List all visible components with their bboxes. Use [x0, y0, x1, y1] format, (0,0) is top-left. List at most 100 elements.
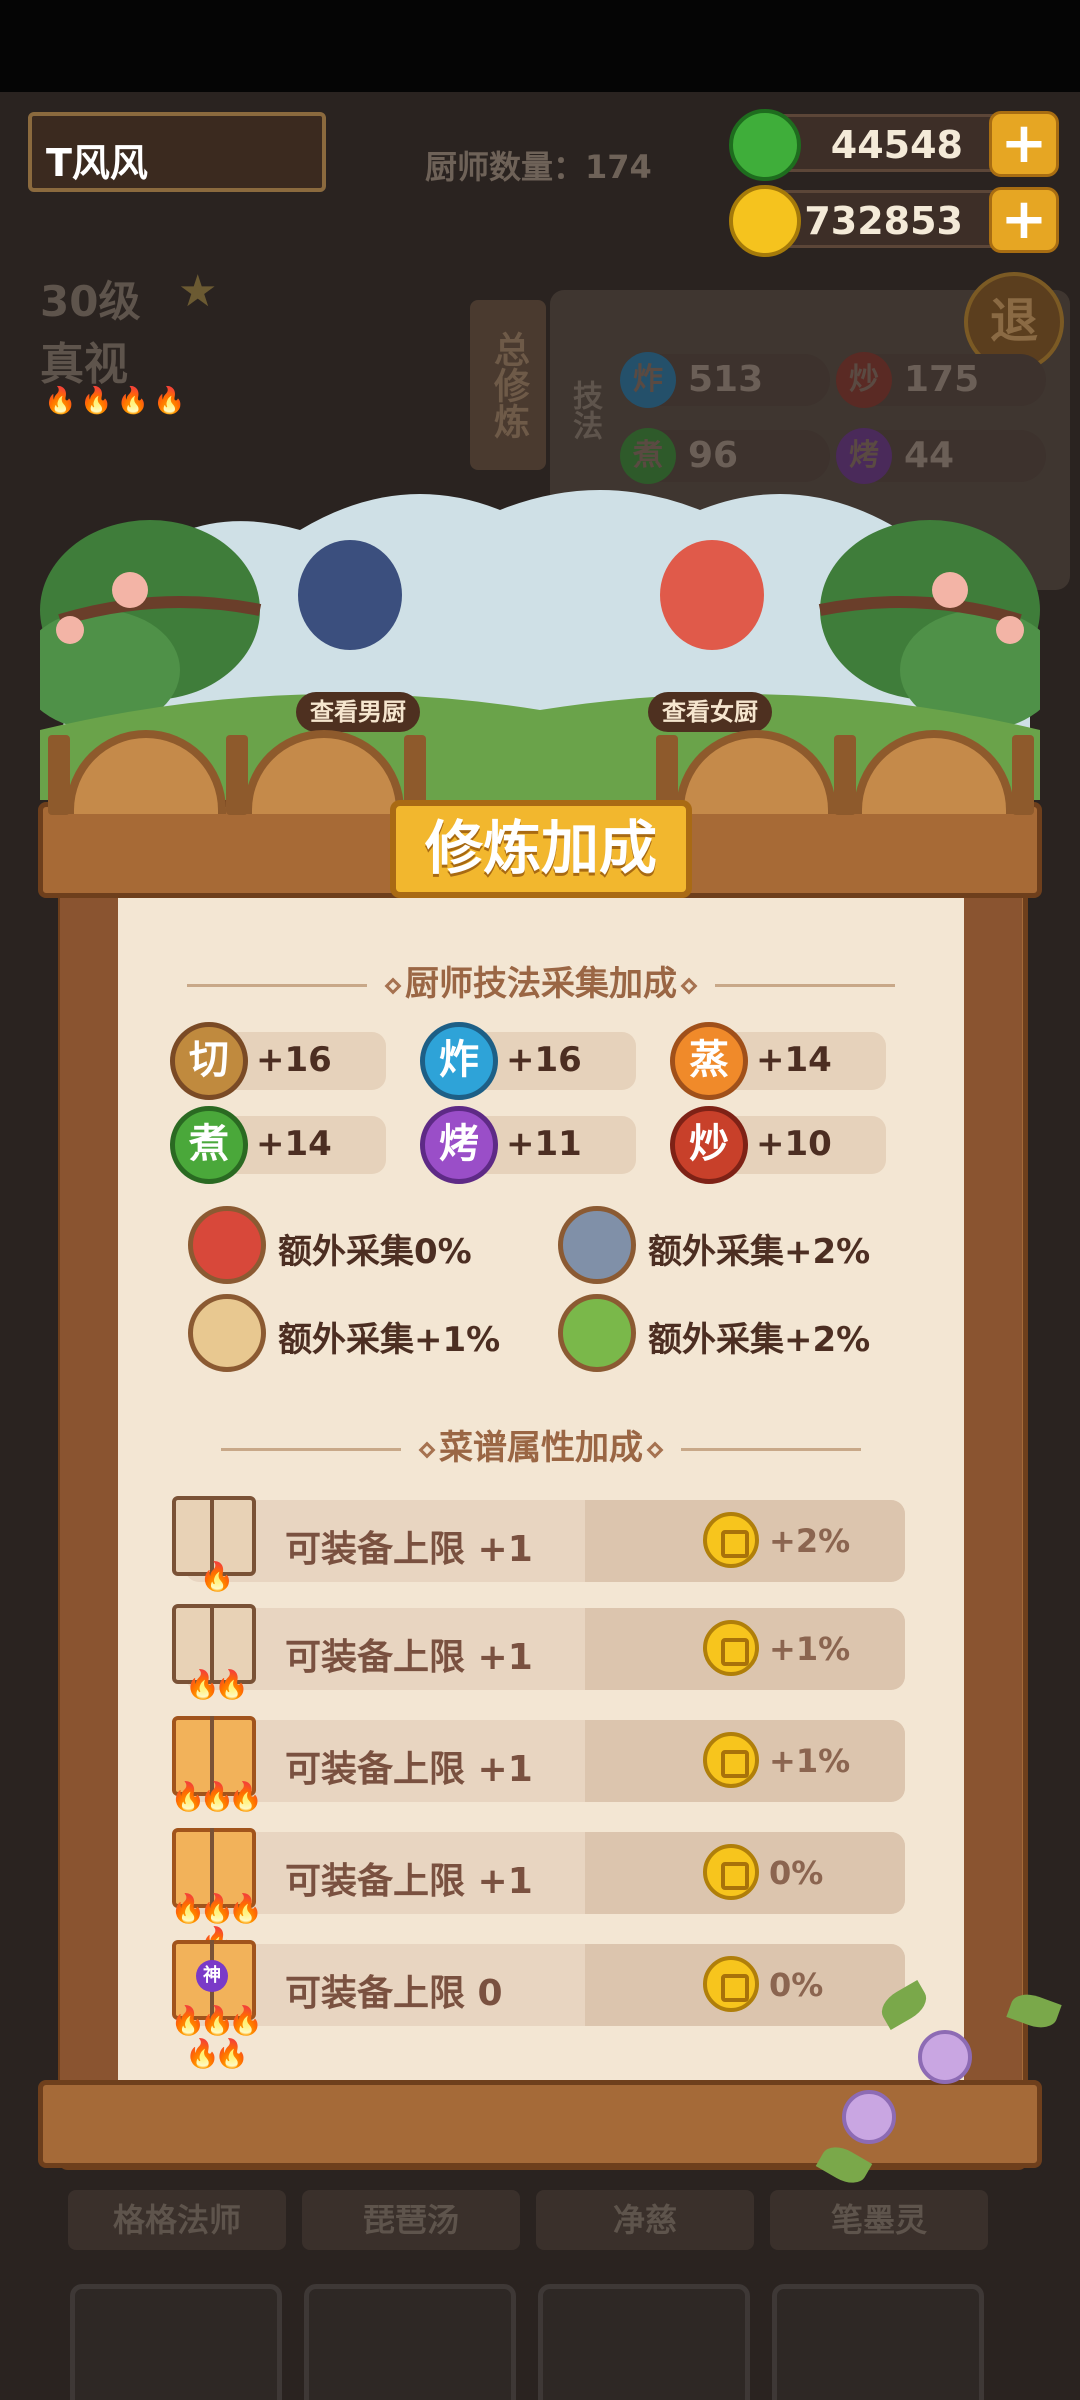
meat-icon — [188, 1206, 266, 1284]
view-male-chef-button[interactable]: 查看男厨 — [296, 692, 420, 732]
bg-technique-label: 技法 — [567, 380, 602, 440]
recipe-scroll-icon: 🔥🔥🔥 — [168, 1714, 263, 1813]
stirfry-badge-icon: 炒 — [670, 1106, 748, 1184]
coin-icon — [703, 1844, 759, 1900]
coin-icon — [729, 185, 801, 257]
flame-icon: 🔥🔥🔥 — [170, 1780, 264, 1813]
extra-collect-text: 额外采集+2% — [648, 1320, 871, 1360]
bg-chef-name: 笔墨灵 — [770, 2190, 988, 2250]
flame-icon: 🔥🔥🔥🔥🔥 — [170, 2004, 264, 2070]
rank-flames-icon: 🔥🔥🔥🔥 — [44, 386, 190, 416]
recipe-row-label: 可装备上限 +1 — [285, 1749, 533, 1790]
section-technique-title: 厨师技法采集加成 — [118, 956, 964, 1005]
bg-tag-fry: 炸 513 — [620, 352, 830, 408]
recipe-row-label: 可装备上限 +1 — [285, 1637, 533, 1678]
fence-post — [226, 735, 248, 815]
bg-chef-name: 琵琶汤 — [302, 2190, 520, 2250]
recipe-row-5: 可装备上限 0 0% — [185, 1944, 905, 2026]
star-icon: ★ — [178, 266, 218, 317]
bg-chef-name: 净慈 — [536, 2190, 754, 2250]
flame-icon: 🔥🔥 — [185, 1668, 249, 1701]
extra-collect-bun: 额外采集+1% — [188, 1294, 528, 1374]
cabbage-icon — [558, 1294, 636, 1372]
jade-currency: 44548 + — [729, 109, 1059, 181]
boil-badge-icon: 煮 — [170, 1106, 248, 1184]
skill-stirfry: 炒 +10 — [670, 1106, 886, 1184]
recipe-row-pct: 0% — [769, 1854, 824, 1892]
male-chef-avatar[interactable] — [298, 540, 402, 650]
skill-fry: 炸 +16 — [420, 1022, 636, 1100]
status-bar — [0, 0, 1080, 92]
recipe-row-2: 可装备上限 +1 +1% — [185, 1608, 905, 1690]
total-training-tab[interactable]: 总修炼 — [470, 300, 546, 470]
recipe-row-pct: +1% — [769, 1630, 851, 1668]
recipe-row-pct: +2% — [769, 1522, 851, 1560]
divine-badge-icon: 神 — [196, 1960, 228, 1992]
section-technique-text: 厨师技法采集加成 — [405, 964, 677, 1004]
recipe-row-4: 可装备上限 +1 0% — [185, 1832, 905, 1914]
recipe-row-3: 可装备上限 +1 +1% — [185, 1720, 905, 1802]
coin-icon — [703, 1512, 759, 1568]
coin-icon — [703, 1732, 759, 1788]
chef-count: 厨师数量：174 — [425, 148, 652, 186]
recipe-row-label: 可装备上限 +1 — [285, 1861, 533, 1902]
recipe-scroll-icon: 🔥🔥🔥🔥 — [168, 1826, 263, 1958]
panel-title: 修炼加成 — [390, 800, 692, 898]
fish-icon — [558, 1206, 636, 1284]
fence-post — [1012, 735, 1034, 815]
player-level: 30级 — [40, 277, 141, 326]
recipe-scroll-icon: 神 🔥🔥🔥🔥🔥 — [168, 1938, 263, 2070]
recipe-row-pct: 0% — [769, 1966, 824, 2004]
skill-value: +16 — [256, 1040, 332, 1080]
cut-badge-icon: 切 — [170, 1022, 248, 1100]
bun-icon — [188, 1294, 266, 1372]
player-title: 真视 — [40, 339, 128, 390]
skill-value: +14 — [256, 1124, 332, 1164]
coin-value: 732853 — [804, 199, 963, 243]
bg-chef-card — [538, 2284, 750, 2400]
add-jade-button[interactable]: + — [989, 111, 1059, 177]
player-name[interactable]: T风风 — [28, 112, 326, 192]
flower-icon — [842, 2090, 896, 2144]
recipe-scroll-icon: 🔥 — [168, 1494, 260, 1593]
bg-tag-value: 513 — [688, 359, 764, 400]
steam-badge-icon: 蒸 — [670, 1022, 748, 1100]
bg-chef-name: 格格法师 — [68, 2190, 286, 2250]
stirfry-badge-icon: 炒 — [836, 352, 892, 408]
extra-collect-text: 额外采集+1% — [278, 1320, 501, 1360]
bg-tag-value: 175 — [904, 359, 980, 400]
section-recipe-text: 菜谱属性加成 — [439, 1428, 643, 1468]
view-female-chef-button[interactable]: 查看女厨 — [648, 692, 772, 732]
recipe-row-label: 可装备上限 0 — [285, 1973, 503, 2014]
jade-icon — [729, 109, 801, 181]
bg-chef-card — [70, 2284, 282, 2400]
female-chef-avatar[interactable] — [660, 540, 764, 650]
add-coins-button[interactable]: + — [989, 187, 1059, 253]
fence-post — [48, 735, 70, 815]
fry-badge-icon: 炸 — [420, 1022, 498, 1100]
panel-left-post — [60, 890, 120, 2090]
skill-value: +10 — [756, 1124, 832, 1164]
flame-icon: 🔥🔥🔥🔥 — [170, 1892, 264, 1958]
recipe-row-1: 可装备上限 +1 +2% — [185, 1500, 905, 1582]
flower-icon — [918, 2030, 972, 2084]
bg-chef-card — [304, 2284, 516, 2400]
fence-post — [834, 735, 856, 815]
skill-boil: 煮 +14 — [170, 1106, 386, 1184]
extra-collect-text: 额外采集0% — [278, 1232, 472, 1272]
skill-steam: 蒸 +14 — [670, 1022, 886, 1100]
skill-value: +14 — [756, 1040, 832, 1080]
extra-collect-cabbage: 额外采集+2% — [558, 1294, 898, 1374]
bg-tag-stirfry: 炒 175 — [836, 352, 1046, 408]
panel-right-post — [962, 890, 1022, 2090]
skill-roast: 烤 +11 — [420, 1106, 636, 1184]
skill-value: +11 — [506, 1124, 582, 1164]
recipe-scroll-icon: 🔥🔥 — [168, 1602, 260, 1701]
recipe-row-pct: +1% — [769, 1742, 851, 1780]
jade-value: 44548 — [830, 123, 963, 167]
fry-badge-icon: 炸 — [620, 352, 676, 408]
extra-collect-meat: 额外采集0% — [188, 1206, 528, 1286]
roast-badge-icon: 烤 — [420, 1106, 498, 1184]
section-recipe-title: 菜谱属性加成 — [118, 1420, 964, 1469]
coin-icon — [703, 1956, 759, 2012]
